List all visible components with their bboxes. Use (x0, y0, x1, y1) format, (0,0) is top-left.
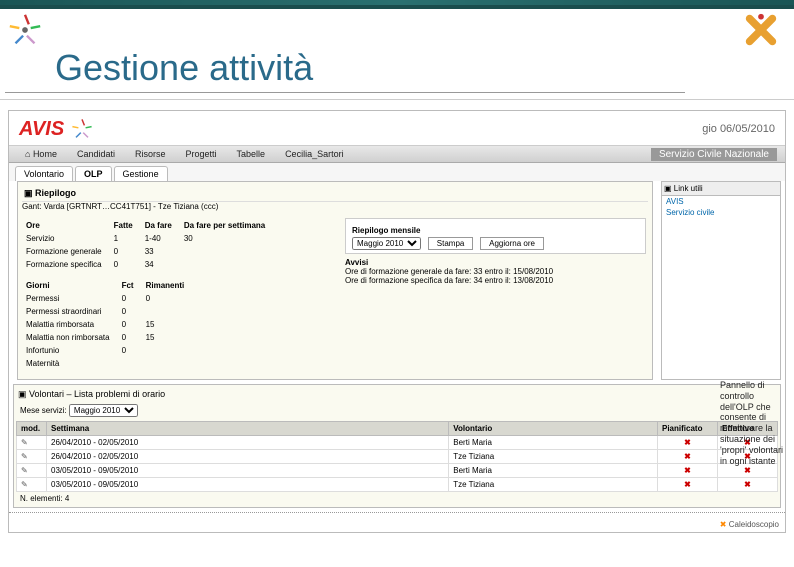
table-row: Formazione generale033 (26, 246, 275, 257)
tab-olp[interactable]: OLP (75, 166, 112, 181)
link-servizio[interactable]: Servizio civile (662, 207, 780, 218)
edit-icon[interactable] (17, 478, 47, 492)
nav-risorse[interactable]: Risorse (125, 147, 176, 161)
riepilogo-panel: Riepilogo Gant: Varda [GRTNRT…CC41T751] … (17, 181, 653, 380)
gant-info: Gant: Varda [GRTNRT…CC41T751] - Tze Tizi… (22, 202, 648, 211)
link-utili-title: Link utili (662, 182, 780, 196)
avviso-row: Ore di formazione specifica da fare: 34 … (345, 276, 646, 285)
edit-icon[interactable] (17, 436, 47, 450)
link-utili-panel: Link utili AVIS Servizio civile (661, 181, 781, 380)
avvisi-box: Avvisi Ore di formazione generale da far… (345, 258, 646, 285)
giorni-table: GiorniFctRimanenti Permessi00 Permessi s… (24, 278, 196, 371)
app-window: AVIS gio 06/05/2010 Home Candidati Risor… (8, 110, 786, 533)
edit-icon[interactable] (17, 464, 47, 478)
nav-tabelle[interactable]: Tabelle (227, 147, 276, 161)
service-label: Servizio Civile Nazionale (651, 148, 777, 161)
table-row: Malattia non rimborsata015 (26, 332, 194, 343)
tab-gestione[interactable]: Gestione (114, 166, 168, 181)
footer-brand: Caleidoscopio (9, 517, 785, 532)
table-row: 26/04/2010 - 02/05/2010Berti Maria✖✖ (17, 436, 778, 450)
table-row: Malattia rimborsata015 (26, 319, 194, 330)
ore-table: OreFatteDa fareDa fare per settimana Ser… (24, 218, 277, 272)
vol-mese-select[interactable]: Maggio 2010 (69, 404, 138, 417)
volontari-table: mod. Settimana Volontario Pianificato Ef… (16, 421, 778, 492)
edit-icon[interactable] (17, 450, 47, 464)
nav-candidati[interactable]: Candidati (67, 147, 125, 161)
nav-bar: Home Candidati Risorse Progetti Tabelle … (9, 145, 785, 163)
aggiorna-button[interactable]: Aggiorna ore (480, 237, 544, 250)
table-row: Formazione specifica034 (26, 259, 275, 270)
mensile-title: Riepilogo mensile (352, 226, 639, 235)
table-row: 03/05/2010 - 09/05/2010Berti Maria✖✖ (17, 464, 778, 478)
table-row: 26/04/2010 - 02/05/2010Tze Tiziana✖✖ (17, 450, 778, 464)
volontari-panel: Volontari – Lista problemi di orario Mes… (13, 384, 781, 508)
x-logo-right (742, 11, 784, 53)
row-count: N. elementi: 4 (16, 492, 778, 505)
riepilogo-mensile: Riepilogo mensile Maggio 2010 Stampa Agg… (345, 218, 646, 254)
nav-user[interactable]: Cecilia_Sartori (275, 147, 354, 161)
slide-header: Gestione attività (0, 5, 794, 100)
star-icon (70, 117, 94, 141)
link-avis[interactable]: AVIS (662, 196, 780, 207)
slide-title: Gestione attività (55, 47, 313, 89)
nav-home[interactable]: Home (15, 147, 67, 161)
avviso-row: Ore di formazione generale da fare: 33 e… (345, 267, 646, 276)
app-header: AVIS gio 06/05/2010 (9, 111, 785, 145)
avis-logo: AVIS (19, 118, 64, 141)
header-date: gio 06/05/2010 (702, 123, 775, 135)
table-row: Servizio11-4030 (26, 233, 275, 244)
table-row: Permessi00 (26, 293, 194, 304)
riepilogo-title: Riepilogo (22, 186, 648, 202)
table-row: Infortunio0 (26, 345, 194, 356)
volontari-title: Volontari – Lista problemi di orario (16, 387, 778, 402)
star-logo-left (6, 11, 48, 53)
table-row: Maternità (26, 358, 194, 369)
table-row: 03/05/2010 - 09/05/2010Tze Tiziana✖✖ (17, 478, 778, 492)
stampa-button[interactable]: Stampa (428, 237, 474, 250)
explain-note: Pannello di controllo dell'OLP che conse… (720, 380, 788, 466)
mese-select[interactable]: Maggio 2010 (352, 237, 421, 250)
tab-volontario[interactable]: Volontario (15, 166, 73, 181)
nav-progetti[interactable]: Progetti (176, 147, 227, 161)
sub-tabs: Volontario OLP Gestione (9, 163, 785, 181)
mese-label: Mese servizi: (20, 406, 67, 415)
table-row: Permessi straordinari0 (26, 306, 194, 317)
divider (9, 512, 785, 513)
